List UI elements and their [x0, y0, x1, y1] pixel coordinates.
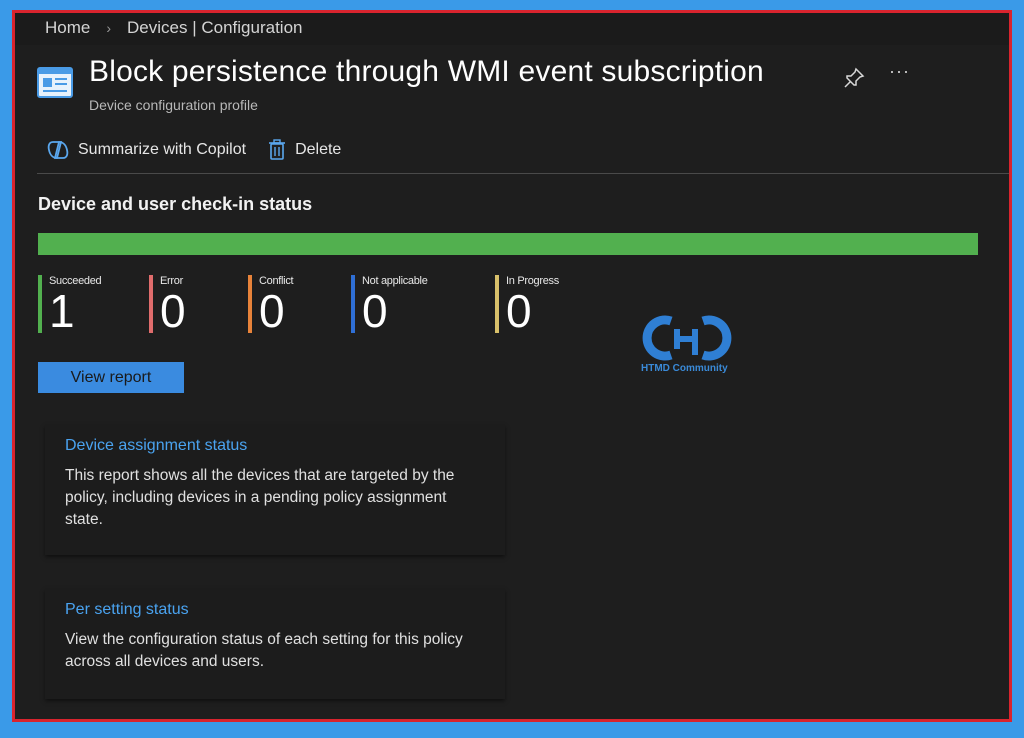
- view-report-button[interactable]: View report: [38, 362, 184, 393]
- count-conflict-value: 0: [259, 285, 285, 337]
- app-window: Home › Devices | Configuration Block per…: [12, 10, 1012, 722]
- delete-button[interactable]: Delete: [268, 139, 341, 161]
- count-succeeded-indicator: [38, 275, 42, 333]
- chevron-right-icon: ›: [106, 20, 112, 36]
- count-error[interactable]: Error 0: [149, 275, 248, 337]
- copilot-icon: [47, 141, 69, 159]
- breadcrumb-devices-configuration[interactable]: Devices | Configuration: [127, 18, 302, 38]
- device-assignment-status-link[interactable]: Device assignment status: [65, 437, 485, 455]
- count-not-applicable-value: 0: [362, 285, 388, 337]
- count-error-indicator: [149, 275, 153, 333]
- breadcrumb: Home › Devices | Configuration: [45, 18, 302, 38]
- device-assignment-status-description: This report shows all the devices that a…: [65, 467, 455, 528]
- pin-icon[interactable]: [843, 67, 865, 89]
- more-options-button[interactable]: ···: [889, 61, 910, 82]
- count-in-progress[interactable]: In Progress 0: [495, 275, 606, 337]
- device-assignment-status-card[interactable]: Device assignment status This report sho…: [45, 425, 505, 555]
- per-setting-status-card[interactable]: Per setting status View the configuratio…: [45, 589, 505, 699]
- summarize-with-copilot-button[interactable]: Summarize with Copilot: [47, 139, 246, 161]
- page-title: Block persistence through WMI event subs…: [89, 55, 764, 88]
- top-bar: Home › Devices | Configuration: [15, 13, 1009, 45]
- watermark-text: HTMD Community: [641, 363, 728, 374]
- command-bar-divider: [37, 173, 1009, 174]
- count-error-value: 0: [160, 285, 186, 337]
- checkin-progress-bar: [38, 233, 978, 255]
- count-in-progress-indicator: [495, 275, 499, 333]
- configuration-profile-icon: [37, 67, 73, 98]
- command-bar: Summarize with Copilot Delete: [47, 139, 341, 161]
- breadcrumb-home[interactable]: Home: [45, 18, 90, 38]
- delete-label: Delete: [295, 141, 342, 158]
- per-setting-status-description: View the configuration status of each se…: [65, 631, 463, 670]
- count-conflict-indicator: [248, 275, 252, 333]
- per-setting-status-link[interactable]: Per setting status: [65, 601, 485, 619]
- count-not-applicable-indicator: [351, 275, 355, 333]
- checkin-status-title: Device and user check-in status: [38, 194, 313, 214]
- count-conflict[interactable]: Conflict 0: [248, 275, 351, 337]
- count-succeeded[interactable]: Succeeded 1: [38, 275, 149, 337]
- checkin-progress-fill: [38, 233, 978, 255]
- count-succeeded-value: 1: [49, 285, 75, 337]
- page-subtitle: Device configuration profile: [89, 97, 258, 113]
- summarize-with-copilot-label: Summarize with Copilot: [78, 141, 247, 158]
- trash-icon: [269, 139, 286, 160]
- status-counts: Succeeded 1 Error 0 Conflict 0 Not appli…: [38, 275, 606, 337]
- count-in-progress-value: 0: [506, 285, 532, 337]
- count-not-applicable[interactable]: Not applicable 0: [351, 275, 495, 337]
